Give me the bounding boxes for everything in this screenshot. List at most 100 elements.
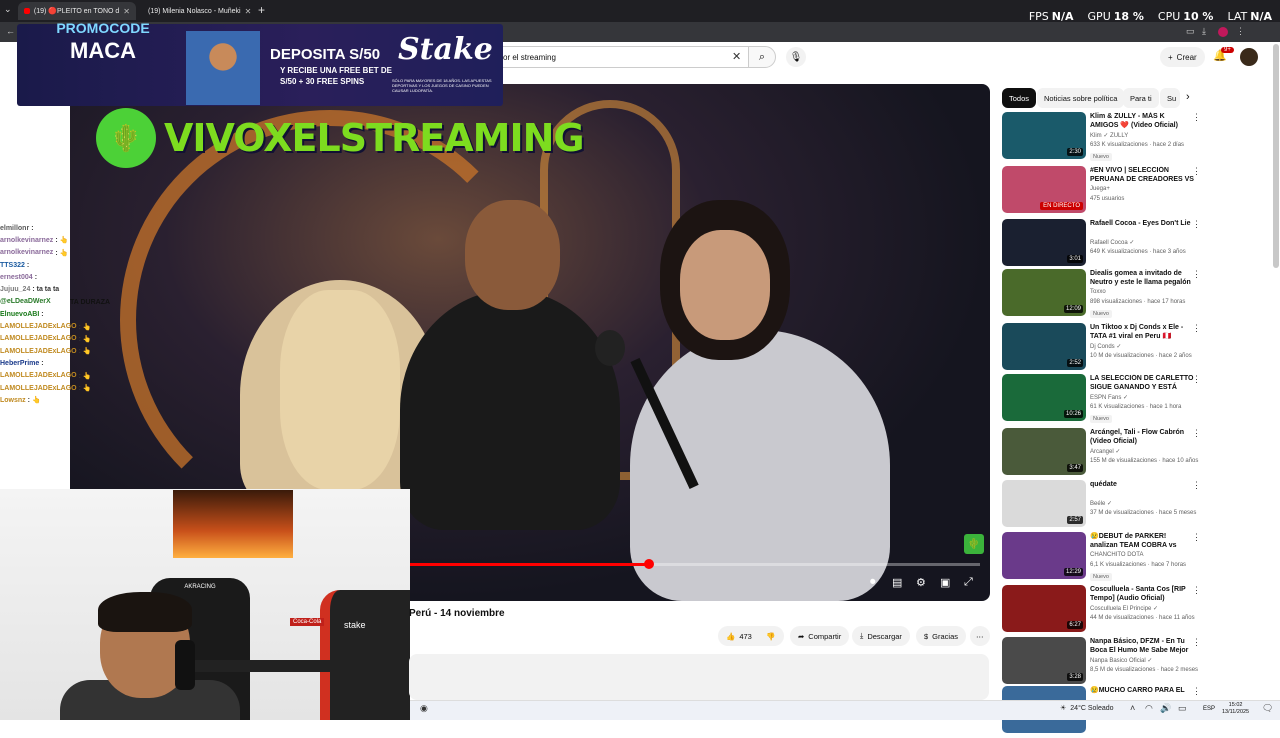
more-options-icon[interactable]: ⋮ xyxy=(1192,637,1201,648)
video-thumbnail[interactable]: 12:09 xyxy=(1002,269,1086,316)
channel-name[interactable]: CHANCHITO DOTA xyxy=(1090,552,1143,558)
weather-widget[interactable]: ☀ 24°C Soleado xyxy=(1060,704,1114,713)
more-options-icon[interactable]: ⋮ xyxy=(1192,374,1201,385)
video-thumbnail[interactable]: 3:01 xyxy=(1002,219,1086,266)
channel-name[interactable]: Nanpa Basico Oficial ✓ xyxy=(1090,657,1152,664)
recommended-video[interactable]: 10:26 LA SELECCIÓN DE CARLETTO SIGUE GANA… xyxy=(1002,374,1201,426)
more-options-icon[interactable]: ⋮ xyxy=(1192,428,1201,439)
video-thumbnail[interactable]: 2:57 xyxy=(1002,480,1086,527)
channel-name[interactable]: Cosculluela El Principe ✓ xyxy=(1090,605,1158,612)
chip-para-ti[interactable]: Para ti xyxy=(1123,88,1159,108)
recommended-video[interactable]: 3:47 Arcángel, Tali - Flow Cabrón (Video … xyxy=(1002,428,1201,480)
miniplayer-icon[interactable]: ▣ xyxy=(940,576,950,589)
search-input[interactable]: or el streaming xyxy=(498,46,748,68)
chip-todos[interactable]: Todos xyxy=(1002,88,1037,108)
recommended-title[interactable]: 😢MUCHO CARRO PARA EL xyxy=(1090,686,1194,695)
cast-icon[interactable]: ▭ xyxy=(1186,26,1195,37)
more-options-icon[interactable]: ⋮ xyxy=(1192,166,1201,177)
channel-name[interactable]: Dj Conds ✓ xyxy=(1090,343,1121,350)
download-button[interactable]: ⤓ Descargar xyxy=(852,626,910,646)
more-options-icon[interactable]: ⋮ xyxy=(1192,219,1201,230)
video-thumbnail[interactable]: 3:28 xyxy=(1002,637,1086,684)
tab-list-icon[interactable]: ⌄ xyxy=(4,4,12,15)
recommended-title[interactable]: #EN VIVO | SELECCIÓN PERUANA DE CREADORE… xyxy=(1090,166,1194,184)
recommended-title[interactable]: LA SELECCIÓN DE CARLETTO SIGUE GANANDO Y… xyxy=(1090,374,1194,392)
close-tab-icon[interactable]: ✕ xyxy=(123,7,130,16)
volume-icon[interactable]: 🔊 xyxy=(1160,703,1171,714)
language-indicator[interactable]: ESP xyxy=(1203,706,1215,712)
chip-more[interactable]: Su xyxy=(1160,88,1180,108)
channel-name[interactable]: Toxxo xyxy=(1090,289,1106,295)
battery-icon[interactable]: ▭ xyxy=(1178,703,1187,714)
notifications-tray-icon[interactable]: 🗨 xyxy=(1262,703,1273,714)
recommended-video[interactable]: EN DIRECTO #EN VIVO | SELECCIÓN PERUANA D… xyxy=(1002,166,1201,218)
recommended-title[interactable]: Nanpa Básico, DFZM - En Tu Boca El Humo … xyxy=(1090,637,1194,655)
recommended-title[interactable]: Diealis gomea a invitado de Neutro y est… xyxy=(1090,269,1194,287)
close-tab-icon[interactable]: ✕ xyxy=(245,7,252,16)
tab-milenia[interactable]: (19) Milenia Nolasco - Muñeki ✕ xyxy=(138,2,256,20)
recommended-video[interactable]: 2:52 Un Tiktoo x Dj Conds x Ele - TATA #1… xyxy=(1002,323,1201,375)
settings-gear-icon[interactable]: ⚙ xyxy=(916,576,926,589)
channel-name[interactable]: Arcangel ✓ xyxy=(1090,448,1120,455)
voice-search-button[interactable]: 🎙 xyxy=(786,47,806,67)
video-thumbnail[interactable]: EN DIRECTO xyxy=(1002,166,1086,213)
video-thumbnail[interactable]: 2:30 xyxy=(1002,112,1086,159)
thanks-button[interactable]: $ Gracias xyxy=(916,626,967,646)
back-icon[interactable]: ← xyxy=(6,26,15,36)
recommended-video[interactable]: 2:30 Klim & ZULLY - MÁS K AMIGOS ❤️ (Vide… xyxy=(1002,112,1201,164)
share-button[interactable]: ➦ Compartir xyxy=(790,626,850,646)
recommended-title[interactable]: Cosculluela - Santa Cos [RIP Tempo] (Aud… xyxy=(1090,585,1194,603)
recommended-title[interactable]: 😢DEBUT de PARKER! analizan TEAM COBRA vs… xyxy=(1090,532,1194,550)
more-options-icon[interactable]: ⋮ xyxy=(1192,269,1201,280)
clear-search-icon[interactable]: ✕ xyxy=(732,50,741,63)
recommended-title[interactable]: Un Tiktoo x Dj Conds x Ele - TATA #1 vir… xyxy=(1090,323,1194,341)
chevron-right-icon[interactable]: › xyxy=(1186,91,1190,103)
profile-icon[interactable] xyxy=(1218,27,1228,37)
video-thumbnail[interactable]: 12:29 xyxy=(1002,532,1086,579)
recommended-video[interactable]: 3:28 Nanpa Básico, DFZM - En Tu Boca El H… xyxy=(1002,637,1201,689)
recommended-video[interactable]: 3:01 Rafaell Cocoa - Eyes Don't Lie Rafael… xyxy=(1002,219,1201,271)
search-button[interactable]: ⌕ xyxy=(748,46,776,68)
clock[interactable]: 15:02 13/11/2025 xyxy=(1222,702,1249,716)
create-button[interactable]: + Crear xyxy=(1160,47,1205,67)
autoplay-toggle-icon[interactable]: ⏺ xyxy=(870,576,876,589)
chevron-up-icon[interactable]: ˄ xyxy=(1130,703,1135,713)
video-thumbnail[interactable]: 3:47 xyxy=(1002,428,1086,475)
description-box[interactable] xyxy=(409,654,989,700)
chip-politica[interactable]: Noticias sobre política xyxy=(1037,88,1125,108)
avatar[interactable] xyxy=(1240,48,1258,66)
download-icon[interactable]: ⤓ xyxy=(1202,26,1206,37)
recommended-video[interactable]: 12:09 Diealis gomea a invitado de Neutro … xyxy=(1002,269,1201,321)
menu-icon[interactable]: ⋮ xyxy=(1236,26,1245,37)
tab-pleito[interactable]: (19) 🔴PLEITO en TONO d ✕ xyxy=(18,2,136,20)
fullscreen-icon[interactable]: ⤢ xyxy=(964,576,973,589)
more-options-icon[interactable]: ⋮ xyxy=(1192,686,1201,697)
new-tab-button[interactable]: + xyxy=(258,3,265,17)
recommended-title[interactable]: Arcángel, Tali - Flow Cabrón (Video Ofic… xyxy=(1090,428,1194,446)
more-options-icon[interactable]: ⋮ xyxy=(1192,532,1201,543)
channel-name[interactable]: Klim ✓ ZULLY xyxy=(1090,132,1128,139)
subtitles-icon[interactable]: ▤ xyxy=(892,576,902,589)
channel-name[interactable]: Juega+ xyxy=(1090,186,1110,192)
more-actions-button[interactable]: ⋯ xyxy=(970,626,990,646)
more-options-icon[interactable]: ⋮ xyxy=(1192,480,1201,491)
recommended-title[interactable]: Rafaell Cocoa - Eyes Don't Lie xyxy=(1090,219,1194,228)
recommended-video[interactable]: 12:29 😢DEBUT de PARKER! analizan TEAM COB… xyxy=(1002,532,1201,584)
channel-name[interactable]: Beéle ✓ xyxy=(1090,500,1112,507)
channel-name[interactable]: ESPN Fans ✓ xyxy=(1090,394,1128,401)
video-thumbnail[interactable]: 6:27 xyxy=(1002,585,1086,632)
recommended-title[interactable]: Klim & ZULLY - MÁS K AMIGOS ❤️ (Video Of… xyxy=(1090,112,1194,130)
dislike-button[interactable]: 👎 xyxy=(758,626,784,646)
video-thumbnail[interactable]: 2:52 xyxy=(1002,323,1086,370)
wifi-icon[interactable]: ◠ xyxy=(1145,703,1153,714)
more-options-icon[interactable]: ⋮ xyxy=(1192,112,1201,123)
recommended-video[interactable]: 2:57 quédate Beéle ✓ 37 M de visualizacione… xyxy=(1002,480,1201,532)
recommended-title[interactable]: quédate xyxy=(1090,480,1194,489)
more-options-icon[interactable]: ⋮ xyxy=(1192,585,1201,596)
more-options-icon[interactable]: ⋮ xyxy=(1192,323,1201,334)
like-button[interactable]: 👍 473 xyxy=(718,626,758,646)
channel-name[interactable]: Rafaell Cocoa ✓ xyxy=(1090,239,1134,246)
video-thumbnail[interactable]: 10:26 xyxy=(1002,374,1086,421)
scrollbar[interactable] xyxy=(1273,44,1279,268)
chrome-taskbar-icon[interactable]: ◉ xyxy=(420,703,428,714)
